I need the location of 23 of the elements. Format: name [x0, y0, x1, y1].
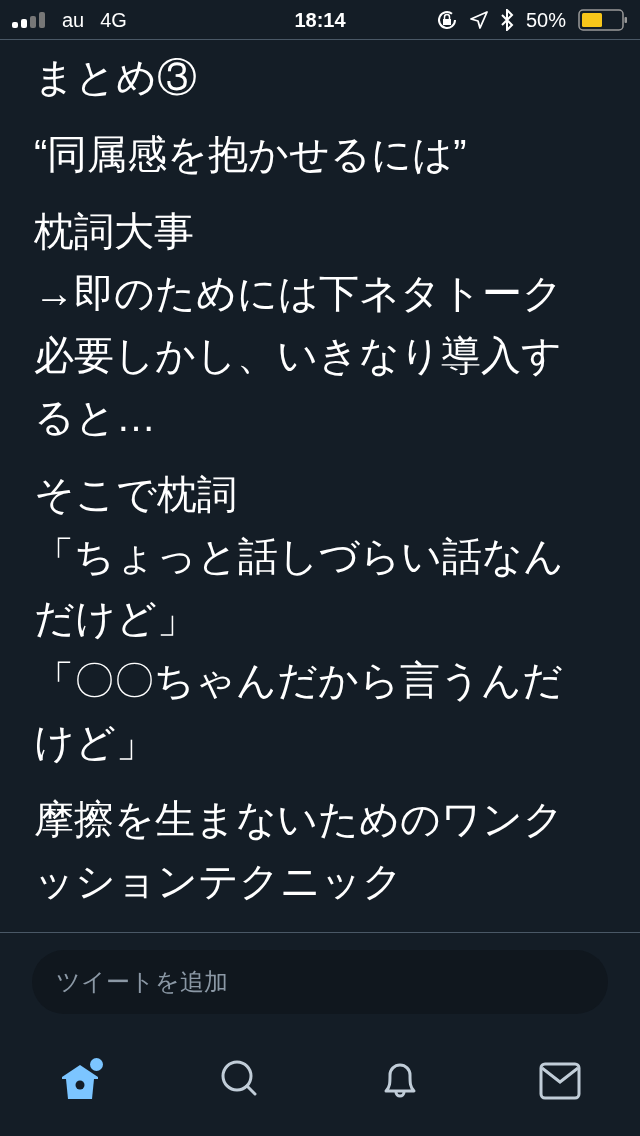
tweet-text-line: まとめ③	[34, 54, 198, 101]
tweet-text-line: だけど」	[34, 595, 198, 642]
reply-field[interactable]: ツイートを追加	[32, 950, 608, 1014]
network-type: 4G	[100, 7, 127, 33]
battery-icon	[578, 8, 628, 31]
battery-percent: 50%	[525, 7, 566, 33]
tweet-text-line: 枕詞大事	[34, 208, 195, 255]
tweet-text-line: “同属感を抱かせるには”	[34, 131, 468, 178]
tweet-text-line: 「〇〇ちゃんだから言うんだ	[34, 657, 564, 704]
location-arrow-icon	[469, 10, 488, 29]
tweet-text-line: そこで枕詞	[34, 471, 238, 518]
tweet-text-line: 「ちょっと話しづらい話なん	[34, 533, 565, 580]
rotation-lock-icon	[435, 8, 458, 31]
tweet-text-line: 摩擦を生まないためのワンク	[34, 796, 565, 843]
clock-time: 18:14	[294, 7, 346, 33]
bluetooth-icon	[499, 8, 514, 31]
tweet-text-line: →即のためには下ネタトーク	[34, 270, 564, 317]
tweet-text-line: ると…	[34, 394, 157, 441]
signal-icon	[12, 11, 46, 28]
tweet-text-line: ッションテクニック	[34, 858, 404, 905]
tweet-text-line: けど」	[34, 719, 157, 766]
tweet-text-line: 必要しかし、いきなり導入す	[34, 332, 563, 379]
carrier-name: au	[62, 7, 85, 33]
